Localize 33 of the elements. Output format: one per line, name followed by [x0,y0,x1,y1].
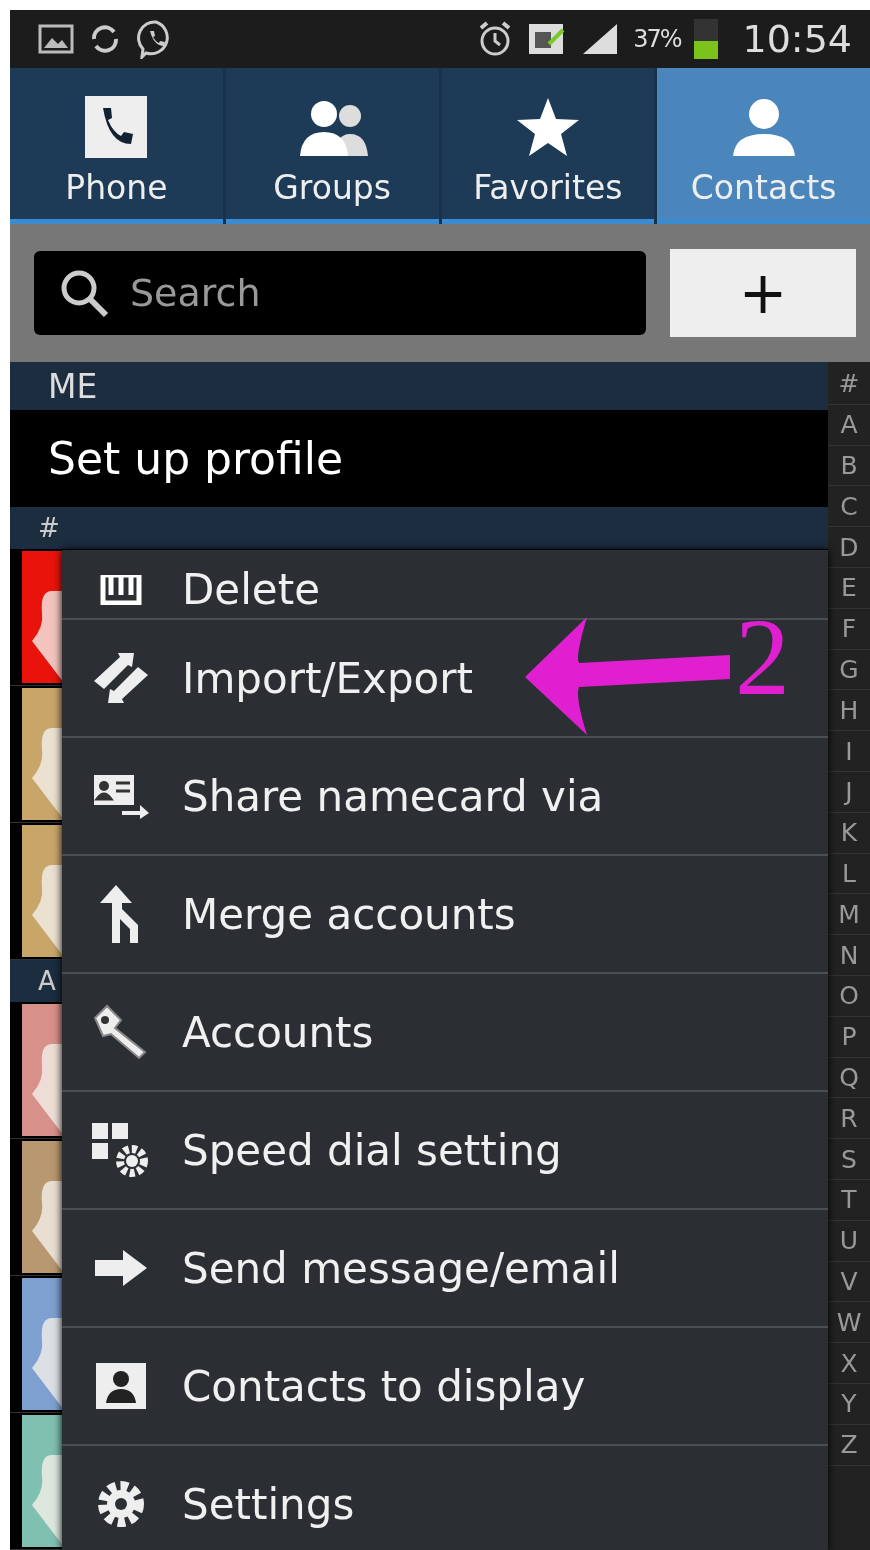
tab[interactable]: Favorites [441,68,655,224]
tab[interactable]: Phone [10,68,223,224]
index-letter[interactable]: C [828,486,870,528]
tab[interactable]: Contacts [657,68,870,224]
star-icon [515,96,580,158]
index-letter[interactable]: # [828,364,870,405]
section-label: ME [48,366,98,406]
menu-item[interactable]: Merge accounts [90,885,516,943]
index-letter[interactable]: B [828,445,870,487]
menu-item[interactable]: Share namecard via [90,771,604,821]
phone-icon [85,96,148,158]
menu-item[interactable]: Speed dial setting [90,1121,562,1179]
section-label: # [38,512,60,543]
menu-item[interactable]: Accounts [90,1004,374,1060]
menu-item[interactable]: Delete [90,565,320,614]
section-label: A [38,965,56,996]
tab[interactable]: Groups [225,68,439,224]
menu-item[interactable]: Contacts to display [90,1361,586,1411]
signal-icon [581,22,620,56]
menu-item[interactable]: Import/Export [90,653,474,703]
person-icon [730,96,797,158]
image-icon [38,24,74,54]
battery-percent: 37% [633,25,681,53]
clock: 10:54 [742,17,852,61]
annotation-number: 2 [735,602,790,712]
battery-icon [694,19,719,59]
menu-item[interactable]: Settings [90,1476,355,1532]
alphabet-index[interactable]: # A B C D E F G H I J K L M N O P Q R S T U V W X Y Z [828,362,870,1550]
profile-label: Set up profile [48,432,344,484]
add-button[interactable]: + [670,249,856,337]
menu-item[interactable]: Send message/email [90,1243,620,1293]
index-letter[interactable]: A [828,404,870,446]
search-field[interactable]: Search [34,251,646,335]
